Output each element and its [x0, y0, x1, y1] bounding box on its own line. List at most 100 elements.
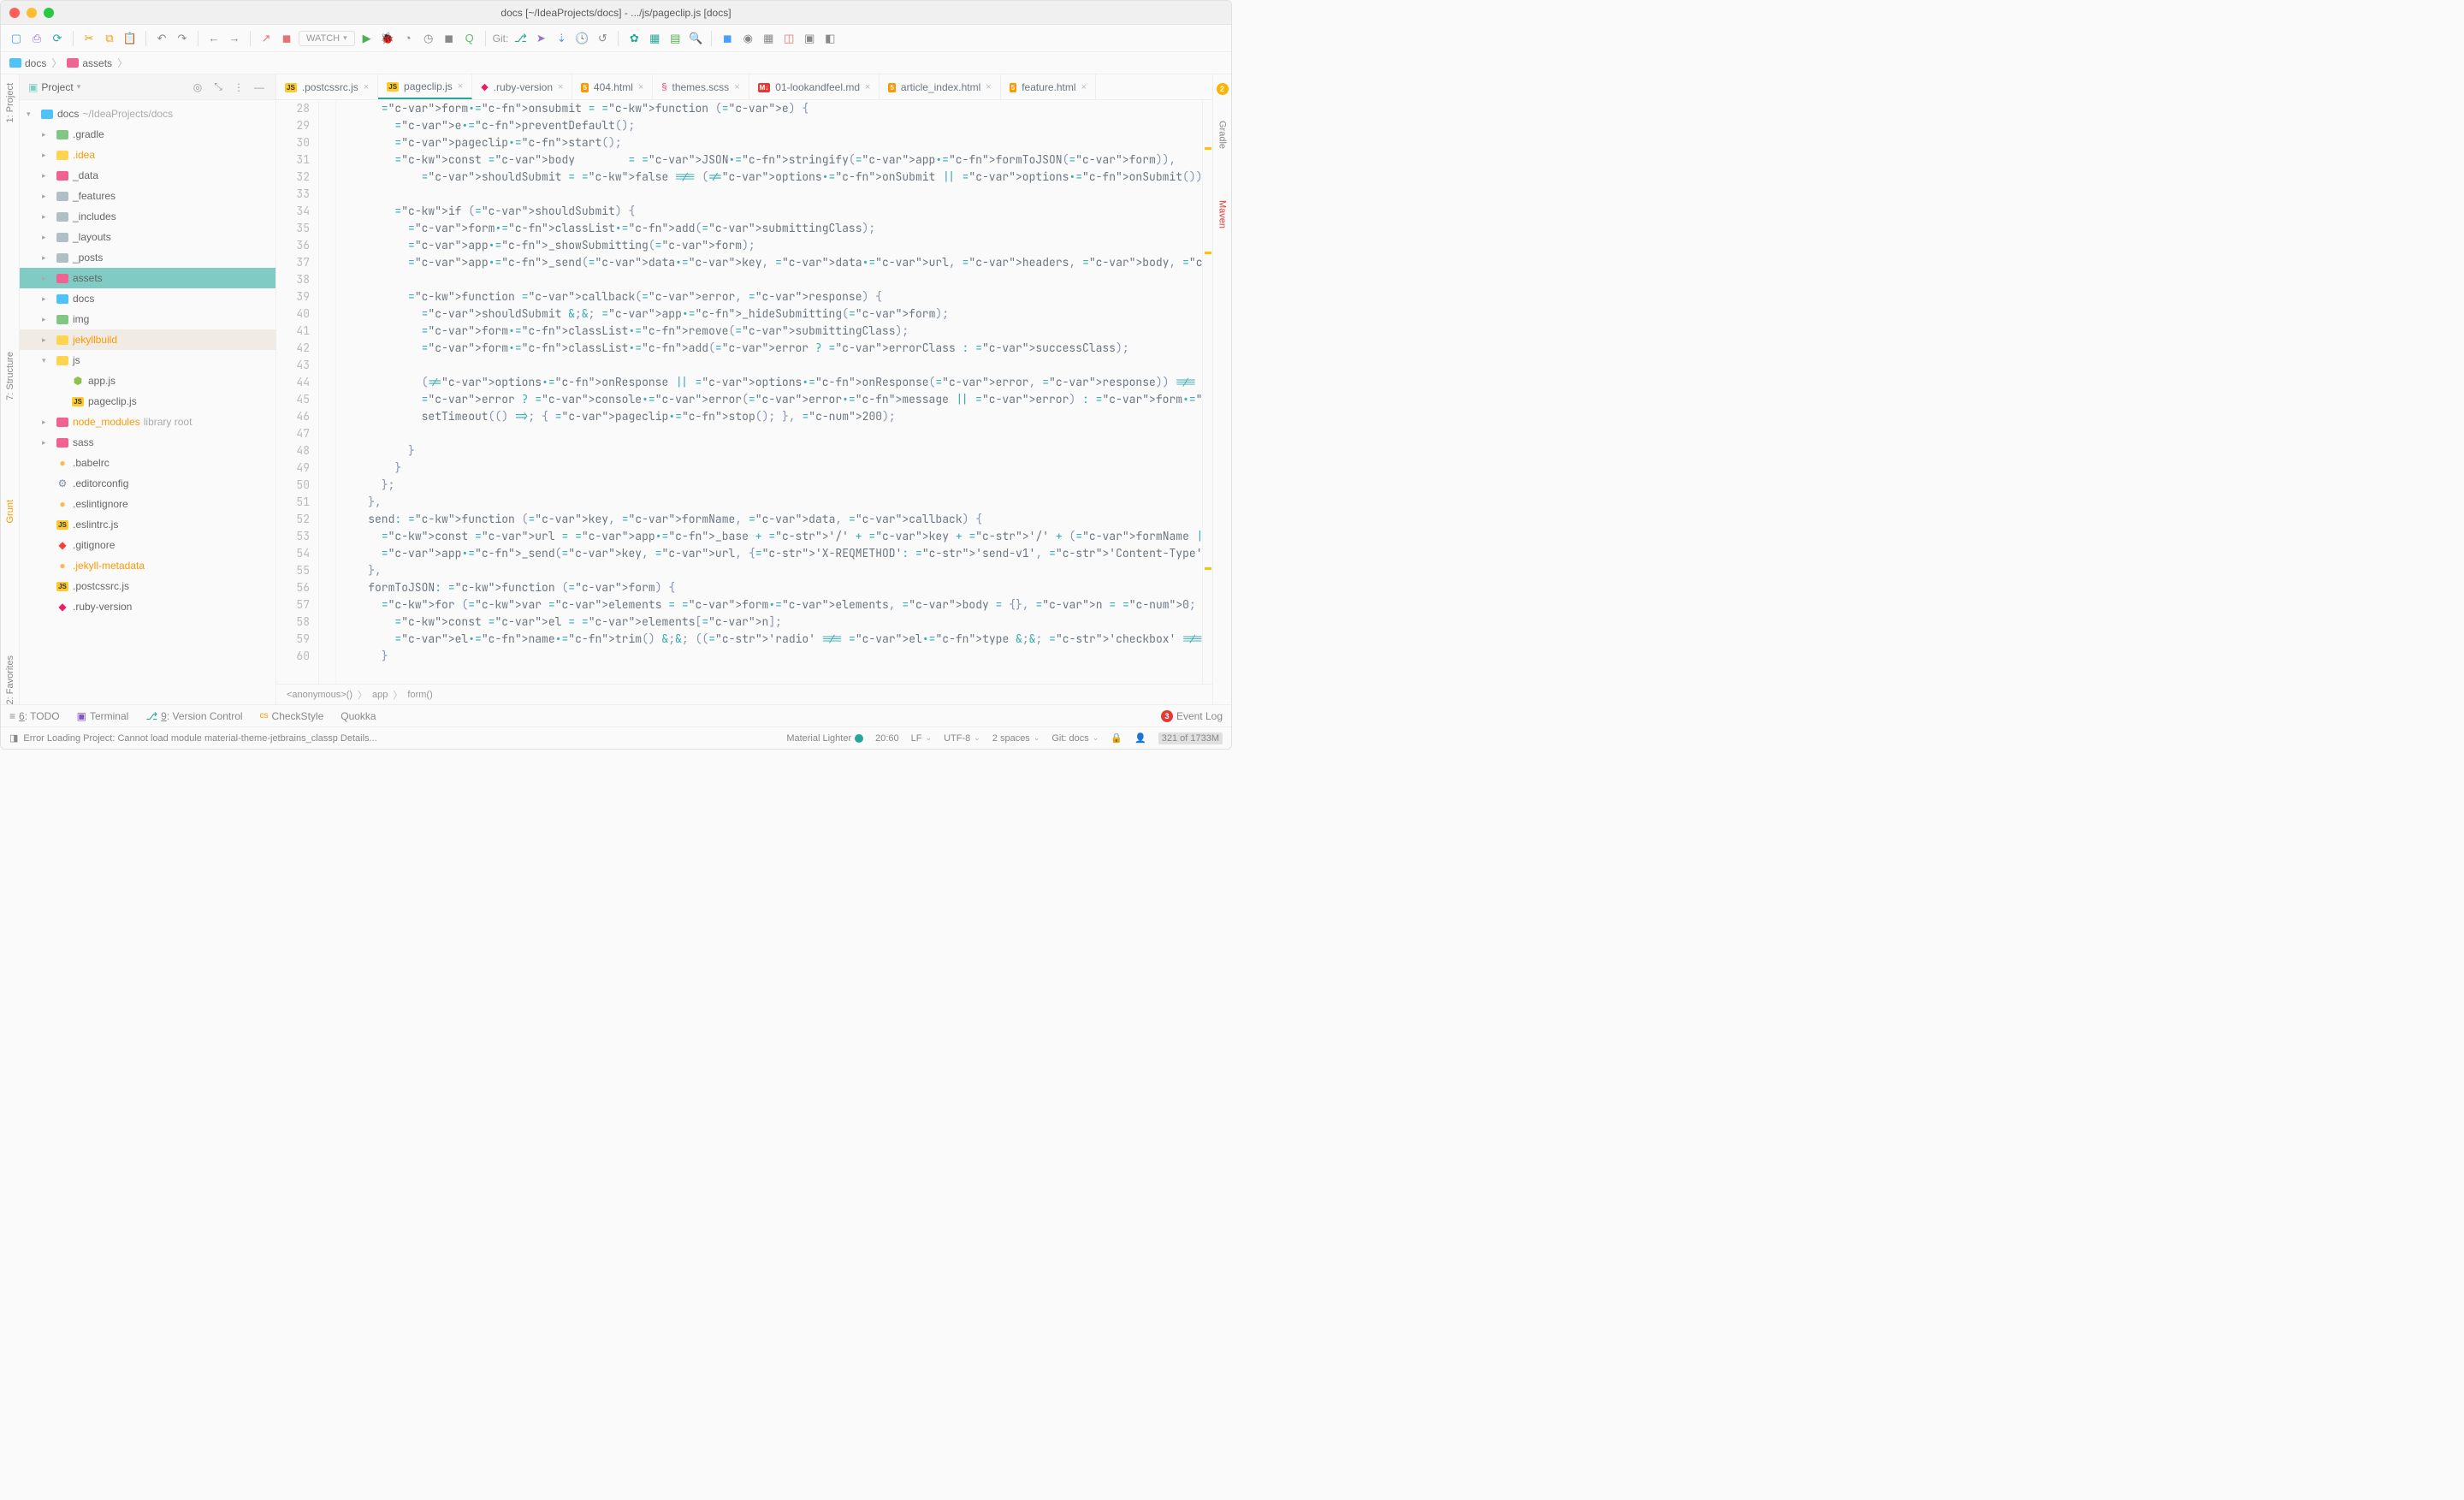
- tab-close-icon[interactable]: ×: [638, 82, 643, 92]
- breadcrumb-item[interactable]: docs: [9, 57, 46, 69]
- editor-tab[interactable]: JSpageclip.js×: [378, 74, 472, 99]
- tree-item[interactable]: ▸_layouts: [20, 227, 275, 247]
- tree-item[interactable]: ▸img: [20, 309, 275, 329]
- stop-run-icon[interactable]: ◼: [441, 30, 458, 47]
- tree-item[interactable]: ▾js: [20, 350, 275, 371]
- tab-close-icon[interactable]: ×: [865, 82, 870, 92]
- breadcrumb-item[interactable]: assets: [67, 57, 112, 69]
- sdk-icon[interactable]: ▤: [666, 30, 684, 47]
- tool-window-vcs[interactable]: ⎇9: Version Control: [145, 710, 242, 722]
- project-tree[interactable]: ▾docs ~/IdeaProjects/docs▸.gradle▸.idea▸…: [20, 100, 275, 704]
- settings-icon[interactable]: ✿: [625, 30, 643, 47]
- tool-window-quokka[interactable]: Quokka: [341, 710, 376, 722]
- cursor-position[interactable]: 20:60: [875, 733, 899, 744]
- vcs-commit-icon[interactable]: ➤: [532, 30, 549, 47]
- tree-item[interactable]: ▸.idea: [20, 145, 275, 165]
- tool-window-grunt[interactable]: Grunt: [5, 500, 15, 524]
- editor-tab[interactable]: §themes.scss×: [653, 74, 749, 99]
- coverage-icon[interactable]: ◔: [400, 30, 417, 47]
- tree-item[interactable]: ◆.ruby-version: [20, 596, 275, 617]
- indent[interactable]: 2 spaces⌄: [992, 733, 1040, 744]
- forward-icon[interactable]: →: [226, 30, 243, 47]
- tree-item[interactable]: ▸jekyllbuild: [20, 329, 275, 350]
- tab-close-icon[interactable]: ×: [734, 82, 739, 92]
- tool-window-gradle[interactable]: Gradle: [1217, 121, 1228, 149]
- line-separator[interactable]: LF⌄: [911, 733, 932, 744]
- vcs-revert-icon[interactable]: ↺: [594, 30, 611, 47]
- sidebar-view-selector[interactable]: ▣ Project ▾: [28, 81, 185, 93]
- save-all-icon[interactable]: ⎙: [28, 30, 45, 47]
- profile-icon[interactable]: ◷: [420, 30, 437, 47]
- tool-window-favorites[interactable]: 2: Favorites: [5, 655, 15, 704]
- paste-icon[interactable]: 📋: [121, 30, 139, 47]
- notifications-badge[interactable]: 2: [1217, 83, 1229, 95]
- tool-window-todo[interactable]: ≡6: TODO: [9, 710, 60, 722]
- status-message[interactable]: Error Loading Project: Cannot load modul…: [23, 733, 376, 744]
- editor-tab[interactable]: 5article_index.html×: [880, 74, 1000, 99]
- tree-item[interactable]: JSpageclip.js: [20, 391, 275, 412]
- event-log[interactable]: 3 Event Log: [1161, 710, 1223, 722]
- tree-item[interactable]: ◆.gitignore: [20, 535, 275, 555]
- tool-window-terminal[interactable]: ▣Terminal: [77, 710, 129, 722]
- window-maximize[interactable]: [44, 8, 54, 18]
- tree-item[interactable]: ⚙.editorconfig: [20, 473, 275, 494]
- tab-close-icon[interactable]: ×: [986, 82, 991, 92]
- tool-1-icon[interactable]: ◼: [719, 30, 736, 47]
- tree-item[interactable]: ⬢app.js: [20, 371, 275, 391]
- tree-item[interactable]: ●.babelrc: [20, 453, 275, 473]
- code-editor[interactable]: ="c-var">form.="c-fn">onsubmit = ="c-kw"…: [336, 100, 1202, 684]
- settings-icon[interactable]: ⋮: [231, 80, 246, 95]
- quokka-icon[interactable]: Q: [461, 30, 478, 47]
- hide-icon[interactable]: —: [252, 80, 267, 95]
- lock-icon[interactable]: 🔒: [1111, 732, 1122, 744]
- vcs-branch-icon[interactable]: ⎇: [512, 30, 529, 47]
- editor-tab[interactable]: 5404.html×: [572, 74, 653, 99]
- tree-item[interactable]: ▾docs ~/IdeaProjects/docs: [20, 104, 275, 124]
- target-icon[interactable]: ◎: [190, 80, 205, 95]
- open-icon[interactable]: ▢: [8, 30, 25, 47]
- tab-close-icon[interactable]: ×: [364, 82, 369, 92]
- fold-gutter[interactable]: [319, 100, 336, 684]
- project-structure-icon[interactable]: ▦: [646, 30, 663, 47]
- cut-icon[interactable]: ✂: [80, 30, 98, 47]
- crumb[interactable]: <anonymous>(): [287, 690, 352, 700]
- memory-indicator[interactable]: 321 of 1733M: [1158, 732, 1223, 744]
- tab-close-icon[interactable]: ×: [558, 82, 563, 92]
- tool-window-project[interactable]: 1: Project: [5, 83, 15, 122]
- tree-item[interactable]: ▸_data: [20, 165, 275, 186]
- inspector-icon[interactable]: 👤: [1134, 732, 1146, 744]
- tab-close-icon[interactable]: ×: [458, 81, 463, 92]
- tool-window-structure[interactable]: 7: Structure: [5, 352, 15, 400]
- copy-icon[interactable]: ⧉: [101, 30, 118, 47]
- editor-tab[interactable]: ◆.ruby-version×: [472, 74, 572, 99]
- tree-item[interactable]: ▸docs: [20, 288, 275, 309]
- stop-icon[interactable]: ◼: [278, 30, 295, 47]
- tree-item[interactable]: ▸.gradle: [20, 124, 275, 145]
- tree-item[interactable]: ▸_includes: [20, 206, 275, 227]
- crumb[interactable]: form(): [407, 690, 432, 700]
- editor-tab[interactable]: M↓01-lookandfeel.md×: [749, 74, 880, 99]
- tab-close-icon[interactable]: ×: [1081, 82, 1087, 92]
- marker-stripe[interactable]: [1202, 100, 1212, 684]
- back-icon[interactable]: ←: [205, 30, 222, 47]
- tool-2-icon[interactable]: ◉: [739, 30, 756, 47]
- encoding[interactable]: UTF-8⌄: [944, 733, 980, 744]
- debug-icon[interactable]: 🐞: [379, 30, 396, 47]
- window-minimize[interactable]: [27, 8, 37, 18]
- tool-4-icon[interactable]: ◫: [780, 30, 797, 47]
- undo-icon[interactable]: ↶: [153, 30, 170, 47]
- tree-item[interactable]: ●.eslintignore: [20, 494, 275, 514]
- run-config-dropdown[interactable]: WATCH ▾: [299, 31, 355, 46]
- tool-window-checkstyle[interactable]: csCheckStyle: [260, 710, 324, 722]
- tree-item[interactable]: ▸_posts: [20, 247, 275, 268]
- redo-icon[interactable]: ↷: [174, 30, 191, 47]
- tree-item[interactable]: ▸_features: [20, 186, 275, 206]
- editor-tab[interactable]: 5feature.html×: [1001, 74, 1096, 99]
- vcs-history-icon[interactable]: 🕓: [573, 30, 590, 47]
- tree-item[interactable]: JS.postcssrc.js: [20, 576, 275, 596]
- tool-window-maven[interactable]: Maven: [1217, 200, 1228, 228]
- tw-toggle-icon[interactable]: ◨: [9, 732, 18, 744]
- tree-item[interactable]: JS.eslintrc.js: [20, 514, 275, 535]
- vcs-update-icon[interactable]: ⇣: [553, 30, 570, 47]
- window-close[interactable]: [9, 8, 20, 18]
